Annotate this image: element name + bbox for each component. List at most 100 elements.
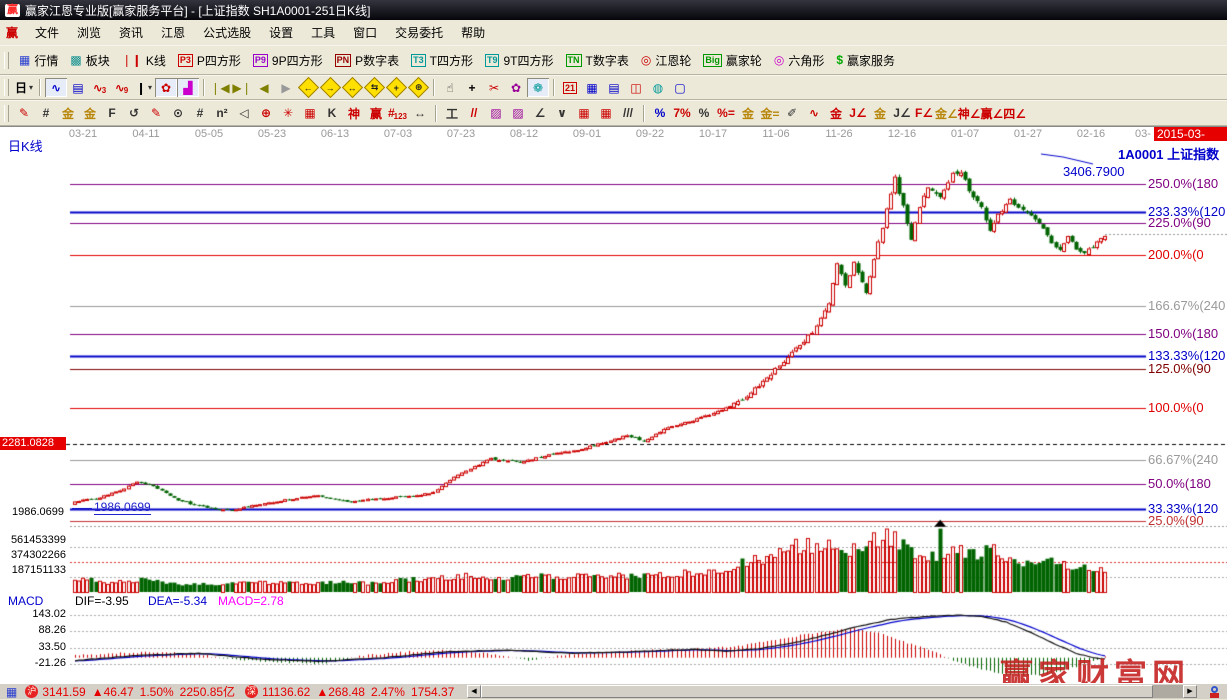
tool-ink-pen-icon[interactable]: ✐ (781, 104, 803, 123)
tool-calculator-icon[interactable]: ▦ (581, 78, 603, 97)
tool-ruler-123-icon[interactable]: #123 (387, 104, 409, 123)
tool-wave-red-icon[interactable]: ∿ (803, 104, 825, 123)
tool-period-day-dropdown-icon[interactable]: 日▾ (13, 78, 35, 97)
tool-j-angle-icon[interactable]: J∠ (847, 104, 869, 123)
tool-fan-box-1-icon[interactable]: ▨ (485, 104, 507, 123)
tool-cut-tool-icon[interactable]: ✂ (483, 78, 505, 97)
tool-draw-pencil-icon[interactable]: ✎ (13, 104, 35, 123)
tool-shen-tool-icon[interactable]: 神 (343, 104, 365, 123)
tool-grid-red-1-icon[interactable]: ▦ (573, 104, 595, 123)
tool-gold-grid-1-icon[interactable]: 金 (57, 104, 79, 123)
toolbar-button-gann-wheel[interactable]: ◎江恩轮 (635, 50, 698, 71)
tool-gold-circle-icon[interactable]: 金 (737, 104, 759, 123)
tool-swap-scale-icon[interactable]: ⇆ (363, 78, 385, 97)
tool-red-grid-box-icon[interactable]: ▦ (299, 104, 321, 123)
menu-item-help[interactable]: 帮助 (452, 21, 494, 44)
tool-pencil-grid-icon[interactable]: ✎ (145, 104, 167, 123)
tool-next-page-icon[interactable]: ▶ (275, 78, 297, 97)
menu-item-formula-picker[interactable]: 公式选股 (194, 21, 260, 44)
scroll-left-button[interactable]: ◀ (467, 685, 481, 698)
toolbar-button-sectors[interactable]: ▩板块 (64, 50, 115, 71)
tool-pattern-tool-icon[interactable]: ✿ (155, 78, 177, 97)
tool-candle-style-dropdown-icon[interactable]: ❙▾ (133, 78, 155, 97)
tool-gann-brain-icon[interactable]: ❁ (527, 78, 549, 97)
tool-save-data-icon[interactable]: ◫ (625, 78, 647, 97)
tool-percent-plain-icon[interactable]: % (693, 104, 715, 123)
tool-info-list-icon[interactable]: ▤ (67, 78, 89, 97)
tool-scale-percent-icon[interactable]: % (649, 104, 671, 123)
menu-item-trade[interactable]: 交易委托 (386, 21, 452, 44)
horizontal-scrollbar[interactable]: ◀ ▶ (467, 685, 1197, 698)
menu-item-window[interactable]: 窗口 (344, 21, 386, 44)
tool-pan-right-icon[interactable]: → (319, 78, 341, 97)
tool-parallel-lines-icon[interactable]: /// (617, 104, 639, 123)
tool-starburst-icon[interactable]: ✳ (277, 104, 299, 123)
tool-expand-all-icon[interactable]: + (385, 78, 407, 97)
tool-eraser-tool-icon[interactable]: ✿ (505, 78, 527, 97)
menu-item-file[interactable]: 文件 (26, 21, 68, 44)
tool-time-grid-icon[interactable]: # (35, 104, 57, 123)
toolbar-button-9p-square[interactable]: P99P四方形 (247, 50, 329, 71)
tool-grid-red-2-icon[interactable]: ▦ (595, 104, 617, 123)
tool-v-lines-icon[interactable]: ∨ (551, 104, 573, 123)
tool-shen-slope-icon[interactable]: 神∠ (958, 104, 981, 123)
menu-item-tools[interactable]: 工具 (302, 21, 344, 44)
tool-gold-grid-2-icon[interactable]: 金 (79, 104, 101, 123)
tool-prev-page-icon[interactable]: ◀ (253, 78, 275, 97)
tool-j-slope-icon[interactable]: J∠ (891, 104, 913, 123)
tool-n-square-icon[interactable]: n² (211, 104, 233, 123)
toolbar-button-kline[interactable]: ❘❙K线 (116, 50, 172, 71)
tool-f-grid-icon[interactable]: F (101, 104, 123, 123)
menu-item-browse[interactable]: 浏览 (68, 21, 110, 44)
quote-grid-icon[interactable]: ▦ (6, 685, 17, 699)
tool-si-slope-icon[interactable]: 四∠ (1003, 104, 1026, 123)
tool-ray-fan-red-icon[interactable]: // (463, 104, 485, 123)
tool-gold-slope-icon[interactable]: 金∠ (935, 104, 958, 123)
tool-expand-horizontal-icon[interactable]: ↔ (341, 78, 363, 97)
tool-gann-circle-icon[interactable]: ⊕ (255, 104, 277, 123)
scroll-right-button[interactable]: ▶ (1183, 685, 1197, 698)
tool-workstation-icon[interactable]: ▢ (669, 78, 691, 97)
tool-pillar-tool-icon[interactable]: 工 (441, 104, 463, 123)
toolbar-button-winner-service[interactable]: $赢家服务 (830, 50, 901, 71)
tool-k-marker-icon[interactable]: K (321, 104, 343, 123)
tool-reset-view-icon[interactable]: ⊕ (407, 78, 429, 97)
tool-wave-9-icon[interactable]: ∿9 (111, 78, 133, 97)
tool-report-notes-icon[interactable]: ▤ (603, 78, 625, 97)
scroll-track[interactable] (1153, 685, 1183, 698)
tool-circle-cycle-icon[interactable]: ⊙ (167, 104, 189, 123)
tool-color-histogram-icon[interactable]: ▟ (177, 78, 199, 97)
tool-spiral-tool-icon[interactable]: ↺ (123, 104, 145, 123)
tool-hash-ruler-icon[interactable]: # (189, 104, 211, 123)
tool-first-page-icon[interactable]: ❘◀ (209, 78, 231, 97)
tool-fan-box-2-icon[interactable]: ▨ (507, 104, 529, 123)
toolbar-button-p-square[interactable]: P3P四方形 (172, 50, 247, 71)
toolbar-button-t-table[interactable]: TNT数字表 (560, 50, 635, 71)
menu-item-settings[interactable]: 设置 (260, 21, 302, 44)
tool-ying-tool-icon[interactable]: 赢 (365, 104, 387, 123)
title-bar[interactable]: 赢 赢家江恩专业版[赢家服务平台] - [上证指数 SH1A0001-251日K… (0, 0, 1227, 20)
toolbar-button-p-table[interactable]: PNP数字表 (329, 50, 406, 71)
menu-item-gann[interactable]: 江恩 (152, 21, 194, 44)
tool-span-arrows-icon[interactable]: ↔ (409, 104, 431, 123)
tool-crosshair-tool-icon[interactable]: + (461, 78, 483, 97)
tool-percent-7-icon[interactable]: 7% (671, 104, 693, 123)
tool-hand-tool-icon[interactable]: ☝ (439, 78, 461, 97)
tool-ying-slope-icon[interactable]: 赢∠ (981, 104, 1004, 123)
tool-wave-3-icon[interactable]: ∿3 (89, 78, 111, 97)
toolbar-button-t-square[interactable]: T3T四方形 (405, 50, 479, 71)
toolbar-button-quotes[interactable]: ▦行情 (13, 50, 64, 71)
toolbar-button-winner-wheel[interactable]: Big赢家轮 (697, 50, 768, 71)
tool-gold-red-levels-icon[interactable]: 金 (825, 104, 847, 123)
tool-last-page-icon[interactable]: ▶❘ (231, 78, 253, 97)
scroll-thumb[interactable] (481, 685, 1153, 698)
tool-f-slope-icon[interactable]: F∠ (913, 104, 935, 123)
toolbar-button-hexagon[interactable]: ◎六角形 (768, 50, 831, 71)
tool-gold-underline-icon[interactable]: 金 (869, 104, 891, 123)
tool-percent-line-icon[interactable]: %= (715, 104, 737, 123)
tool-trend-line-chart-icon[interactable]: ∿ (45, 78, 67, 97)
toolbar-button-9t-square[interactable]: T99T四方形 (479, 50, 560, 71)
tool-flag-divider-icon[interactable]: ◁ (233, 104, 255, 123)
tool-calendar-21-icon[interactable]: 21 (559, 78, 581, 97)
tool-pan-left-icon[interactable]: ← (297, 78, 319, 97)
